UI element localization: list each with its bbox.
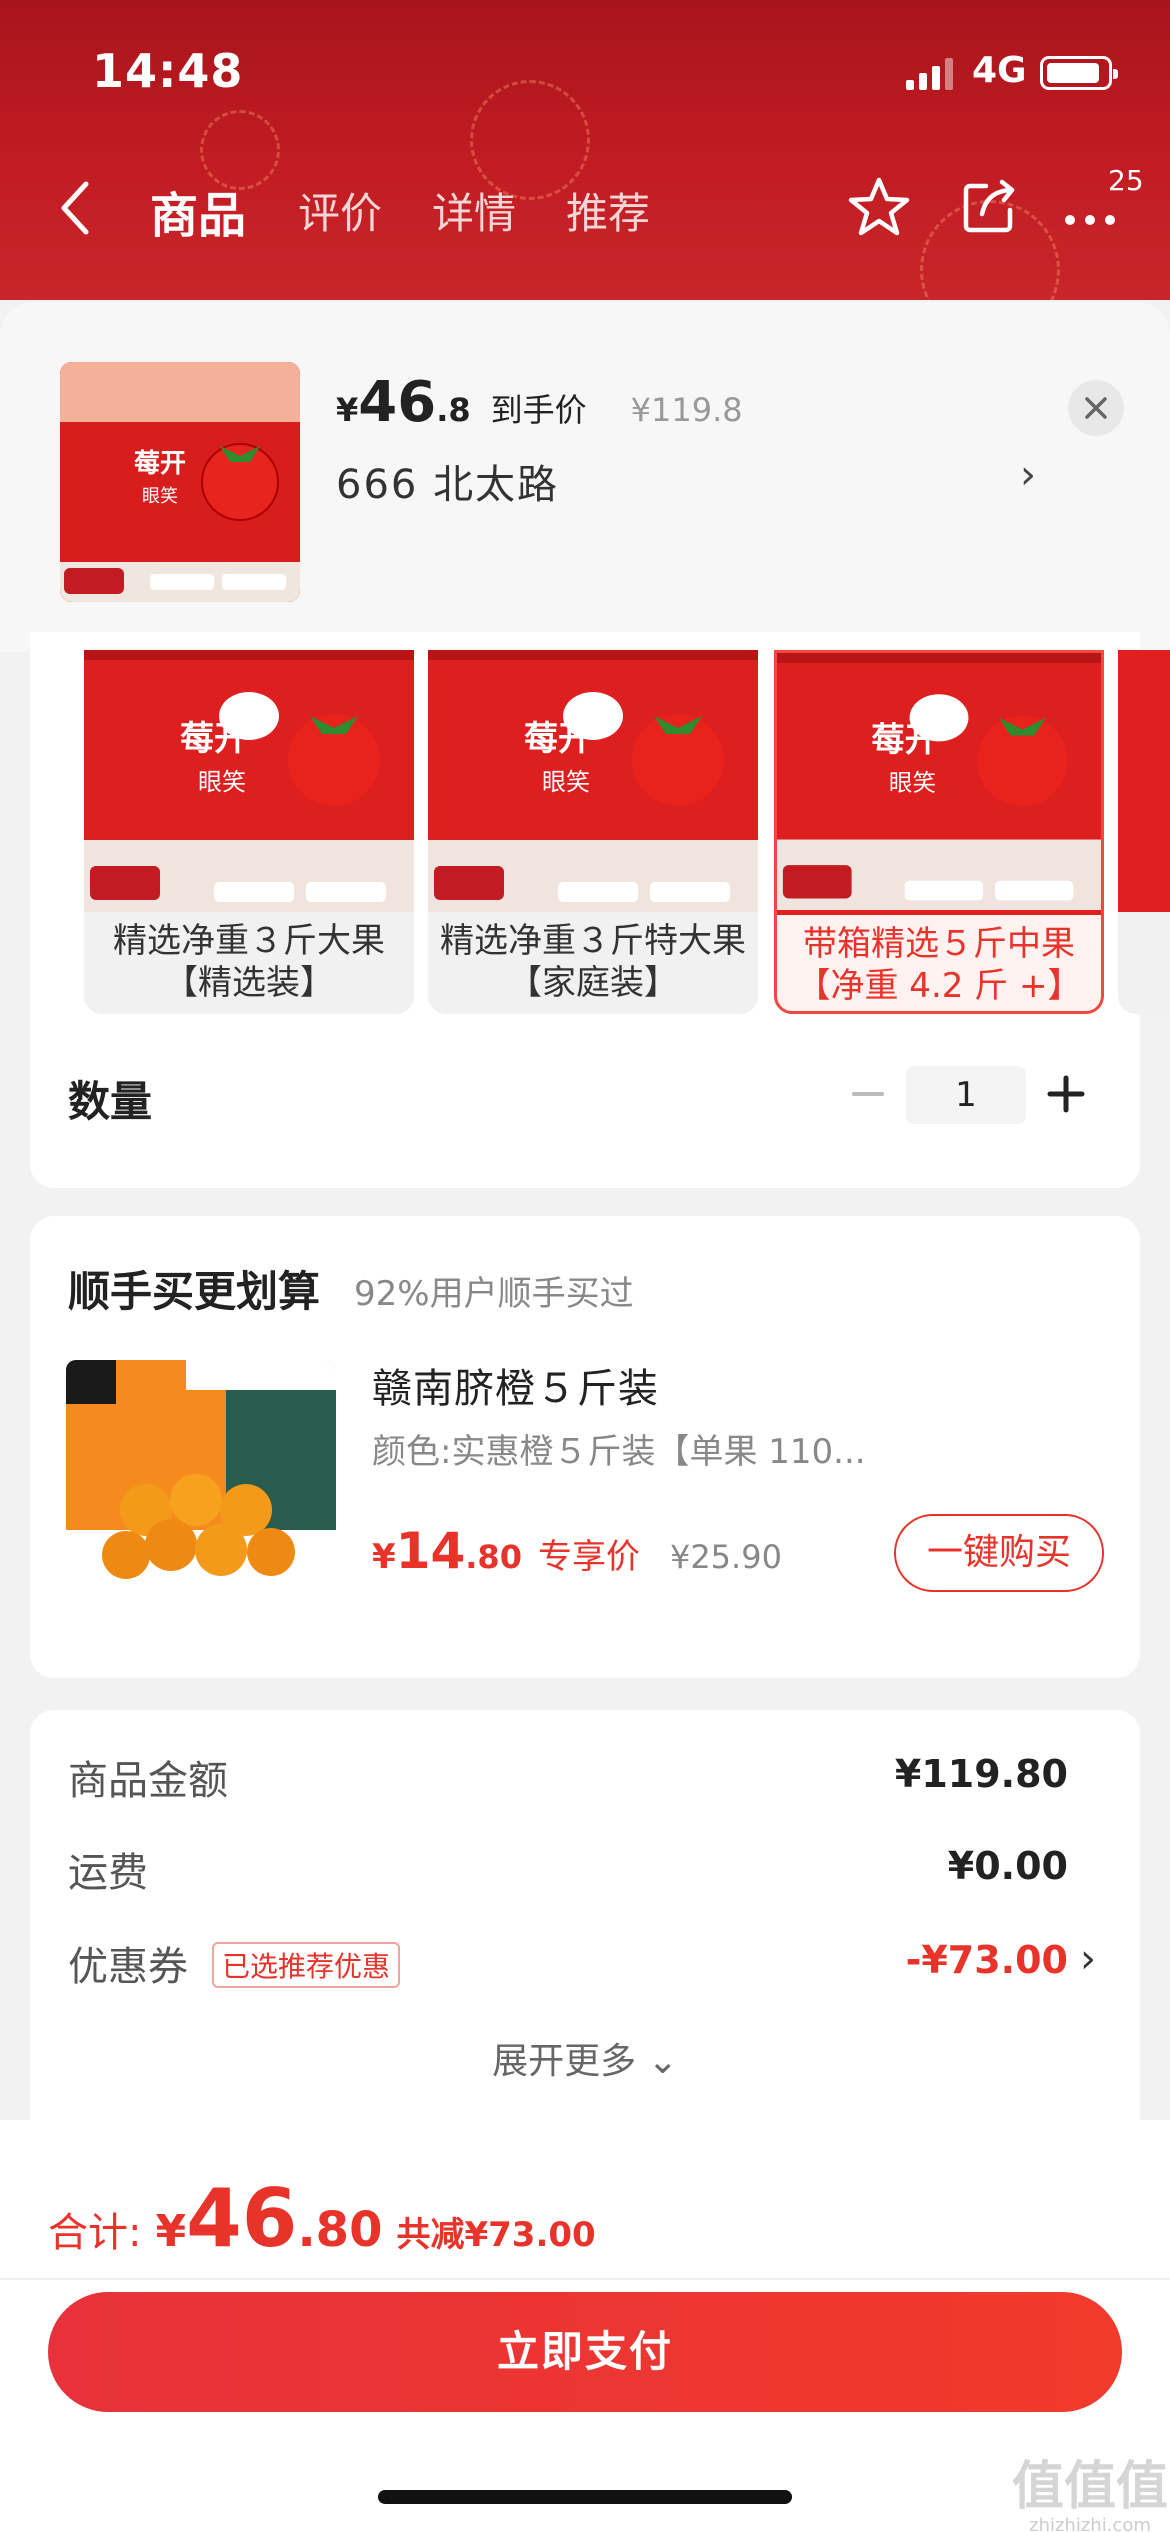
summary-key: 优惠券 [68,1944,188,1990]
watermark-main: 值值值 [1011,2457,1168,2517]
status-bar: 14:48 4G [0,0,1170,140]
app-header: 14:48 4G 商品 评价 详情 推荐 25 [0,0,1170,300]
tab-reviews[interactable]: 评价 [298,180,382,241]
svg-text:眼笑: 眼笑 [142,486,178,507]
price-decimal: .80 [465,1538,522,1576]
star-icon[interactable] [846,174,912,240]
variant-label-line1: 带箱精选５斤中果 [803,924,1075,964]
svg-text:莓开: 莓开 [524,719,592,759]
price-tag: 到手价 [490,391,587,429]
original-price: ¥25.90 [669,1538,782,1576]
svg-text:莓开: 莓开 [180,719,248,759]
watermark-sub: zhizhizhi.com [1029,2515,1151,2532]
tab-details[interactable]: 详情 [432,180,516,241]
variant-option-selected[interactable]: 莓开 眼笑 带箱精选５斤中果 【净重 4.2 斤 +】 [774,650,1104,1014]
product-summary: 莓开 眼笑 ¥ 46 .8 到手价 ¥119.8 666 北太路 › [0,302,1170,652]
one-click-buy-button[interactable]: 一键购买 [894,1514,1104,1592]
variant-image: 莓开 眼笑 [777,653,1101,915]
variant-image: 莓开 眼笑 [84,650,414,912]
variant-image [1118,650,1170,912]
summary-value: ¥119.80 [894,1752,1068,1796]
tab-recommend[interactable]: 推荐 [566,180,650,241]
notification-badge: 25 [1108,164,1144,197]
pay-now-button[interactable]: 立即支付 [48,2292,1122,2412]
share-icon[interactable] [956,174,1022,240]
order-total: 合计: ¥ 46 .80 共减¥73.00 [48,2172,596,2265]
product-thumbnail: 莓开 眼笑 [60,362,300,602]
chevron-down-icon: ⌄ [647,2041,678,2082]
price-decimal: .8 [436,391,471,429]
addon-spec: 颜色:实惠橙５斤装【单果 110... [372,1432,866,1472]
currency-symbol: ¥ [155,2206,187,2257]
summary-key: 运费 [68,1850,148,1896]
divider [0,2278,1170,2280]
summary-row-coupon[interactable]: 优惠券 已选推荐优惠 -¥73.00 [68,1934,1068,1994]
svg-text:莓开: 莓开 [134,449,186,479]
variant-list: 莓开 眼笑 精选净重３斤大果 【精选装】 莓开 眼笑 精选净重３斤特大果 【家庭… [54,650,1170,1040]
battery-icon [1040,56,1118,90]
total-decimal: .80 [297,2202,383,2258]
variant-label-line2: 【净重 4.2 斤 +】 [796,966,1082,1006]
summary-value: ¥0.00 [947,1844,1068,1888]
variant-label-line1: 精选净重３斤大果 [113,921,385,961]
status-time: 14:48 [92,44,244,98]
close-icon[interactable] [1068,380,1124,436]
addon-thumbnail[interactable] [66,1360,336,1630]
variant-option[interactable] [1118,650,1170,1014]
svg-text:眼笑: 眼笑 [889,768,936,796]
expand-more-label: 展开更多 [492,2041,637,2082]
original-price: ¥119.8 [630,391,743,429]
variant-option[interactable]: 莓开 眼笑 精选净重３斤大果 【精选装】 [84,650,414,1014]
watermark: 值值值 zhizhizhi.com [1010,2444,1170,2532]
signal-icon [906,58,953,90]
total-saved: 共减¥73.00 [396,2215,596,2255]
coupon-tag: 已选推荐优惠 [212,1942,401,1988]
quantity-input[interactable]: 1 [906,1066,1026,1124]
addon-title: 顺手买更划算 [68,1267,321,1316]
total-integer: 46 [186,2172,298,2265]
addon-price: ¥ 14 .80 专享价 ¥25.90 [372,1522,782,1580]
variant-label-line1: 精选净重３斤特大果 [440,921,746,961]
price-integer: 46 [358,370,437,435]
network-label: 4G [972,50,1027,91]
variant-label-line2: 【精选装】 [164,963,334,1003]
svg-text:莓开: 莓开 [871,720,938,759]
back-icon[interactable] [56,178,96,238]
minus-icon[interactable] [848,1064,888,1124]
summary-value: -¥73.00 [905,1938,1068,1982]
chevron-right-icon[interactable]: › [1020,452,1036,498]
strawberry-box-image: 莓开 眼笑 [60,362,300,602]
addon-product-name[interactable]: 赣南脐橙５斤装 [372,1356,659,1414]
currency-symbol: ¥ [372,1537,396,1577]
expand-more[interactable]: 展开更多 ⌄ [0,2032,1170,2084]
addon-subtitle: 92%用户顺手买过 [354,1274,634,1314]
price-integer: 14 [395,1522,466,1580]
strawberry-box-image: 莓开 眼笑 [84,650,414,912]
top-nav: 商品 评价 详情 推荐 25 [0,160,1170,256]
summary-key: 商品金额 [68,1758,228,1804]
currency-symbol: ¥ [336,391,359,429]
strawberry-box-image: 莓开 眼笑 [428,650,758,912]
total-label: 合计: [48,2210,142,2256]
quantity-label: 数量 [68,1077,153,1126]
chevron-right-icon[interactable]: › [1080,1936,1096,1982]
price-tag: 专享价 [537,1537,640,1577]
variant-label: 精选净重３斤特大果 【家庭装】 [428,912,758,1012]
variant-image: 莓开 眼笑 [428,650,758,912]
home-indicator [378,2490,792,2504]
summary-row-shipping: 运费 ¥0.00 [68,1840,1068,1900]
product-price: ¥ 46 .8 到手价 ¥119.8 [336,370,743,435]
summary-row-goods: 商品金额 ¥119.80 [68,1748,1068,1808]
svg-text:眼笑: 眼笑 [198,768,246,796]
plus-icon[interactable] [1044,1064,1088,1124]
tab-product[interactable]: 商品 [150,176,246,246]
variant-label: 带箱精选５斤中果 【净重 4.2 斤 +】 [777,915,1101,1011]
strawberry-box-image: 莓开 眼笑 [777,653,1101,911]
variant-label-line2: 【家庭装】 [508,963,678,1003]
variant-option[interactable]: 莓开 眼笑 精选净重３斤特大果 【家庭装】 [428,650,758,1014]
svg-text:眼笑: 眼笑 [542,768,590,796]
variant-label: 精选净重３斤大果 【精选装】 [84,912,414,1012]
orange-box-image [66,1360,336,1630]
delivery-address[interactable]: 666 北太路 [336,452,559,510]
